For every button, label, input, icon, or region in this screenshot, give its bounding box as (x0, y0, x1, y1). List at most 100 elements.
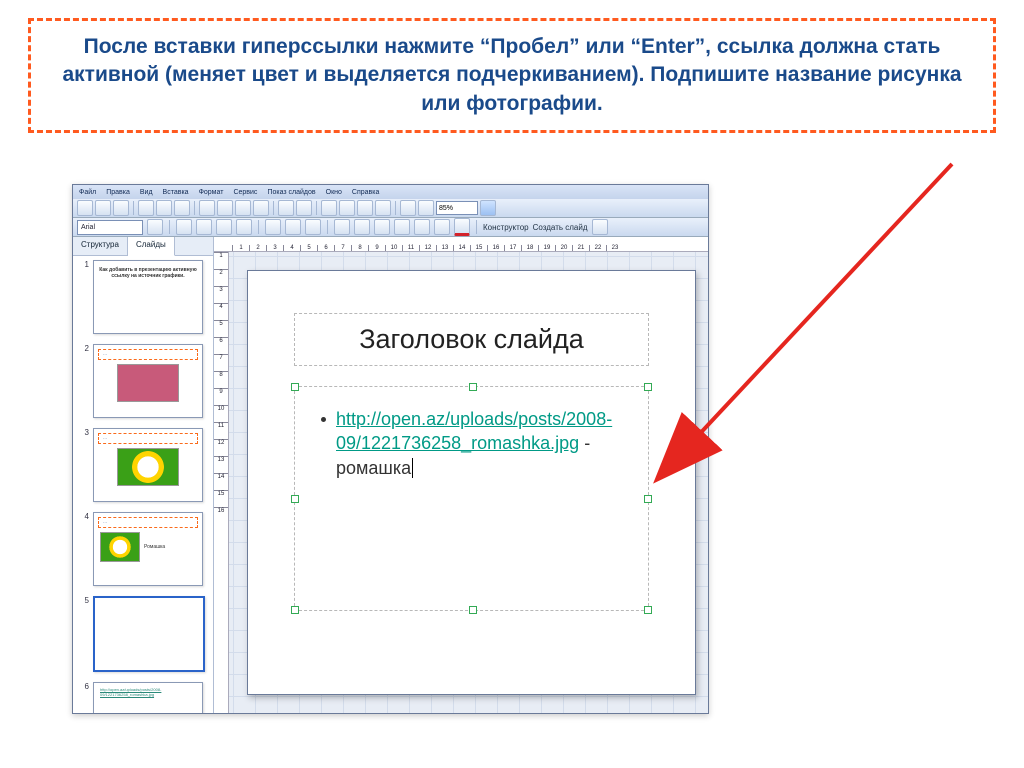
thumb-image (100, 532, 140, 562)
bullet-icon (321, 417, 326, 422)
spelling-icon[interactable] (174, 200, 190, 216)
print-icon[interactable] (138, 200, 154, 216)
shadow-icon[interactable] (236, 219, 252, 235)
thumb-caption: Ромашка (144, 544, 165, 550)
menu-format[interactable]: Формат (199, 189, 224, 196)
thumb-image (117, 448, 179, 486)
slide-title: Заголовок слайда (359, 324, 584, 354)
new-slide-button[interactable]: Создать слайд (533, 223, 588, 232)
thumb-instruction-box: ··· (98, 433, 198, 444)
save-icon[interactable] (113, 200, 129, 216)
table-icon[interactable] (339, 200, 355, 216)
selection-handle[interactable] (644, 606, 652, 614)
body-placeholder[interactable]: http://open.az/uploads/posts/2008-09/122… (294, 386, 649, 611)
toolbar-separator (316, 201, 317, 215)
slide-thumbnail[interactable]: Как добавить в презентацию активную ссыл… (93, 260, 203, 334)
thumbnail-list[interactable]: 1 Как добавить в презентацию активную сс… (73, 256, 213, 713)
thumb-instruction-box: ··· (98, 349, 198, 360)
show-grid-icon[interactable] (400, 200, 416, 216)
slide-thumbnail[interactable]: ··· (93, 428, 203, 502)
menu-edit[interactable]: Правка (106, 189, 130, 196)
align-right-icon[interactable] (305, 219, 321, 235)
align-left-icon[interactable] (265, 219, 281, 235)
thumb-number: 1 (81, 260, 89, 269)
help-icon[interactable] (480, 200, 496, 216)
slide-thumbnail-selected[interactable] (93, 596, 205, 672)
menu-tools[interactable]: Сервис (233, 189, 257, 196)
preview-icon[interactable] (156, 200, 172, 216)
align-center-icon[interactable] (285, 219, 301, 235)
slide[interactable]: Заголовок слайда (247, 270, 696, 695)
menu-insert[interactable]: Вставка (163, 189, 189, 196)
chart-icon[interactable] (321, 200, 337, 216)
numbering-icon[interactable] (334, 219, 350, 235)
thumb-link-text: http://open.az/uploads/posts/2008-09/122… (100, 687, 196, 697)
selection-handle[interactable] (469, 383, 477, 391)
menu-bar[interactable]: Файл Правка Вид Вставка Формат Сервис По… (73, 185, 708, 199)
undo-icon[interactable] (278, 200, 294, 216)
tables-borders-icon[interactable] (375, 200, 391, 216)
decrease-indent-icon[interactable] (414, 219, 430, 235)
selection-handle[interactable] (469, 606, 477, 614)
color-icon[interactable] (418, 200, 434, 216)
selection-handle[interactable] (291, 495, 299, 503)
toolbar-separator (258, 220, 259, 234)
new-icon[interactable] (77, 200, 93, 216)
tab-structure[interactable]: Структура (73, 237, 128, 255)
tab-slides[interactable]: Слайды (128, 237, 175, 256)
slide-thumbnail[interactable]: ··· (93, 344, 203, 418)
slide-thumbnail[interactable]: ··· Ромашка (93, 512, 203, 586)
font-name-combo[interactable]: Arial (77, 220, 143, 235)
menu-slideshow[interactable]: Показ слайдов (267, 189, 315, 196)
thumb-number: 4 (81, 512, 89, 521)
copy-icon[interactable] (217, 200, 233, 216)
menu-help[interactable]: Справка (352, 189, 379, 196)
selection-handle[interactable] (291, 383, 299, 391)
instruction-callout: После вставки гиперссылки нажмите “Пробе… (28, 18, 996, 133)
selection-handle[interactable] (644, 383, 652, 391)
toolbar-separator (327, 220, 328, 234)
increase-indent-icon[interactable] (434, 219, 450, 235)
redo-icon[interactable] (296, 200, 312, 216)
zoom-value: 85% (439, 205, 453, 212)
toolbar-standard: 85% (73, 199, 708, 218)
hyperlink[interactable]: http://open.az/uploads/posts/2008-09/122… (336, 409, 612, 453)
designer-button[interactable]: Конструктор (483, 223, 529, 232)
panel-tabs: Структура Слайды (73, 237, 213, 256)
hyperlink-icon[interactable] (357, 200, 373, 216)
thumb-title: Как добавить в презентацию активную ссыл… (94, 267, 202, 279)
bold-icon[interactable] (176, 219, 192, 235)
zoom-combo[interactable]: 85% (436, 201, 478, 215)
italic-icon[interactable] (196, 219, 212, 235)
selection-handle[interactable] (644, 495, 652, 503)
increase-font-icon[interactable] (374, 219, 390, 235)
open-icon[interactable] (95, 200, 111, 216)
paste-icon[interactable] (235, 200, 251, 216)
decrease-font-icon[interactable] (394, 219, 410, 235)
slides-panel: Структура Слайды 1 Как добавить в презен… (73, 237, 214, 713)
toolbar-format: Arial Конструктор Создать слайд (73, 218, 708, 237)
font-color-icon[interactable] (454, 218, 470, 236)
menu-view[interactable]: Вид (140, 189, 153, 196)
slide-thumbnail[interactable]: http://open.az/uploads/posts/2008-09/122… (93, 682, 203, 713)
toolbar-separator (133, 201, 134, 215)
app-window: Файл Правка Вид Вставка Формат Сервис По… (72, 184, 709, 714)
options-icon[interactable] (592, 219, 608, 235)
instruction-text: После вставки гиперссылки нажмите “Пробе… (62, 35, 961, 115)
title-placeholder[interactable]: Заголовок слайда (294, 313, 649, 366)
selection-handle[interactable] (291, 606, 299, 614)
bullet-item[interactable]: http://open.az/uploads/posts/2008-09/122… (321, 407, 630, 480)
thumb-number: 3 (81, 428, 89, 437)
bullets-icon[interactable] (354, 219, 370, 235)
thumb-number: 6 (81, 682, 89, 691)
format-painter-icon[interactable] (253, 200, 269, 216)
font-size-combo[interactable] (147, 219, 163, 235)
toolbar-separator (476, 220, 477, 234)
toolbar-separator (395, 201, 396, 215)
slide-canvas[interactable]: Заголовок слайда (229, 252, 708, 713)
menu-window[interactable]: Окно (326, 189, 342, 196)
menu-file[interactable]: Файл (79, 189, 96, 196)
cut-icon[interactable] (199, 200, 215, 216)
underline-icon[interactable] (216, 219, 232, 235)
bullet-text[interactable]: http://open.az/uploads/posts/2008-09/122… (336, 407, 630, 480)
